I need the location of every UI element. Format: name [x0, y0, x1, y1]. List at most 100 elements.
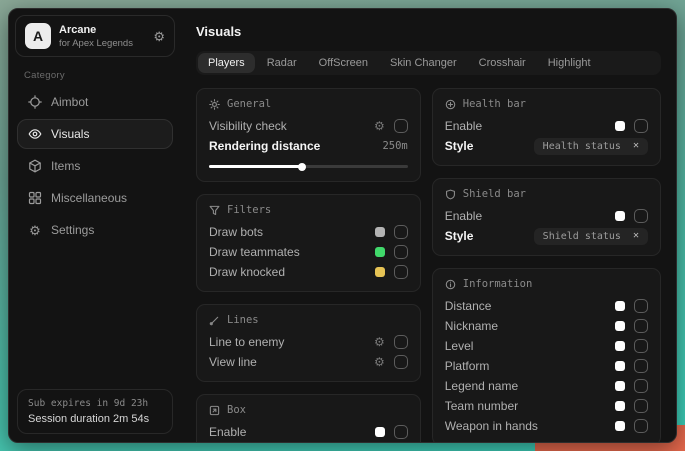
checkbox[interactable] — [634, 399, 648, 413]
session-duration-text: Session duration 2m 54s — [28, 413, 162, 425]
checkbox[interactable] — [394, 355, 408, 369]
tab-radar[interactable]: Radar — [257, 53, 307, 73]
slider-fill — [209, 165, 302, 168]
color-swatch[interactable] — [375, 247, 385, 257]
slider-value: 250m — [382, 140, 407, 152]
checkbox[interactable] — [394, 425, 408, 439]
close-icon[interactable]: ✕ — [633, 141, 639, 151]
gear-icon[interactable]: ⚙ — [374, 120, 385, 132]
setting-row-line-to-enemy: Line to enemy ⚙ — [209, 332, 408, 352]
sidebar-item-visuals[interactable]: Visuals — [17, 119, 173, 149]
tab-highlight[interactable]: Highlight — [538, 53, 601, 73]
color-swatch[interactable] — [615, 211, 625, 221]
tab-players[interactable]: Players — [198, 53, 255, 73]
panel-title: Lines — [227, 314, 259, 326]
checkbox[interactable] — [394, 225, 408, 239]
setting-row-rendering-distance: Rendering distance 250m — [209, 136, 408, 156]
setting-row-nickname: Nickname — [445, 316, 648, 336]
gear-icon[interactable]: ⚙ — [153, 30, 165, 43]
setting-label: Legend name — [445, 379, 615, 393]
sidebar-item-settings[interactable]: ⚙ Settings — [17, 215, 173, 245]
color-swatch[interactable] — [615, 361, 625, 371]
setting-label: Visibility check — [209, 119, 374, 133]
eye-icon — [28, 127, 42, 141]
sidebar-item-label: Visuals — [51, 127, 89, 141]
setting-label: Distance — [445, 299, 615, 313]
subscription-info-card: Sub expires in 9d 23h Session duration 2… — [17, 389, 173, 434]
checkbox[interactable] — [634, 419, 648, 433]
checkbox[interactable] — [634, 379, 648, 393]
slider-thumb[interactable] — [298, 163, 306, 171]
checkbox[interactable] — [394, 265, 408, 279]
setting-label: Level — [445, 339, 615, 353]
setting-row-view-line: View line ⚙ — [209, 352, 408, 372]
checkbox[interactable] — [634, 209, 648, 223]
sidebar: A Arcane for Apex Legends ⚙ Category Aim… — [9, 9, 181, 442]
color-swatch[interactable] — [375, 267, 385, 277]
panel-title: Health bar — [463, 98, 526, 110]
close-icon[interactable]: ✕ — [633, 231, 639, 241]
panel-header: Box — [209, 403, 408, 417]
tab-bar: Players Radar OffScreen Skin Changer Cro… — [196, 51, 661, 75]
color-swatch[interactable] — [375, 427, 385, 437]
sidebar-item-miscellaneous[interactable]: Miscellaneous — [17, 183, 173, 213]
setting-row-box-enable-background: Enable background — [209, 442, 408, 443]
health-icon — [445, 99, 456, 110]
tab-crosshair[interactable]: Crosshair — [469, 53, 536, 73]
setting-label: Enable — [209, 425, 375, 439]
panel-title: Shield bar — [463, 188, 526, 200]
sidebar-nav: Aimbot Visuals Items Misc — [15, 87, 175, 245]
setting-label: Enable — [445, 209, 615, 223]
sun-icon — [209, 99, 220, 110]
color-swatch[interactable] — [615, 421, 625, 431]
setting-row-team-number: Team number — [445, 396, 648, 416]
color-swatch[interactable] — [615, 381, 625, 391]
right-column: Health bar Enable Style Health status — [432, 88, 661, 443]
sidebar-item-label: Aimbot — [51, 95, 88, 109]
checkbox[interactable] — [634, 339, 648, 353]
setting-label: Team number — [445, 399, 615, 413]
main-area: Visuals Players Radar OffScreen Skin Cha… — [181, 9, 676, 442]
color-swatch[interactable] — [615, 121, 625, 131]
sidebar-item-label: Items — [51, 159, 80, 173]
checkbox[interactable] — [634, 119, 648, 133]
app-title: Arcane — [59, 24, 145, 36]
tab-offscreen[interactable]: OffScreen — [309, 53, 378, 73]
setting-row-shieldbar-style: Style Shield status ✕ — [445, 226, 648, 246]
info-icon — [445, 279, 456, 290]
color-swatch[interactable] — [615, 301, 625, 311]
checkbox[interactable] — [394, 245, 408, 259]
setting-label: Platform — [445, 359, 615, 373]
checkbox[interactable] — [394, 335, 408, 349]
panel-title: Filters — [227, 204, 271, 216]
app-window: A Arcane for Apex Legends ⚙ Category Aim… — [8, 8, 677, 443]
panel-header: Lines — [209, 313, 408, 327]
setting-row-shieldbar-enable: Enable — [445, 206, 648, 226]
rendering-distance-slider[interactable] — [209, 161, 408, 172]
app-logo: A — [25, 23, 51, 49]
setting-label: Enable — [445, 119, 615, 133]
checkbox[interactable] — [634, 359, 648, 373]
color-swatch[interactable] — [375, 227, 385, 237]
setting-row-box-enable: Enable — [209, 422, 408, 442]
panel-shield-bar: Shield bar Enable Style Shield status — [432, 178, 661, 256]
style-select-value: Shield status — [543, 231, 621, 242]
color-swatch[interactable] — [615, 401, 625, 411]
setting-row-healthbar-style: Style Health status ✕ — [445, 136, 648, 156]
style-select[interactable]: Shield status ✕ — [534, 228, 648, 245]
gear-icon[interactable]: ⚙ — [374, 356, 385, 368]
setting-label: Style — [445, 139, 534, 153]
setting-row-healthbar-enable: Enable — [445, 116, 648, 136]
color-swatch[interactable] — [615, 321, 625, 331]
style-select[interactable]: Health status ✕ — [534, 138, 648, 155]
tab-skin-changer[interactable]: Skin Changer — [380, 53, 467, 73]
panel-general: General Visibility check ⚙ Rendering dis… — [196, 88, 421, 182]
checkbox[interactable] — [394, 119, 408, 133]
setting-label: Weapon in hands — [445, 419, 615, 433]
checkbox[interactable] — [634, 299, 648, 313]
color-swatch[interactable] — [615, 341, 625, 351]
gear-icon[interactable]: ⚙ — [374, 336, 385, 348]
sidebar-item-items[interactable]: Items — [17, 151, 173, 181]
checkbox[interactable] — [634, 319, 648, 333]
sidebar-item-aimbot[interactable]: Aimbot — [17, 87, 173, 117]
